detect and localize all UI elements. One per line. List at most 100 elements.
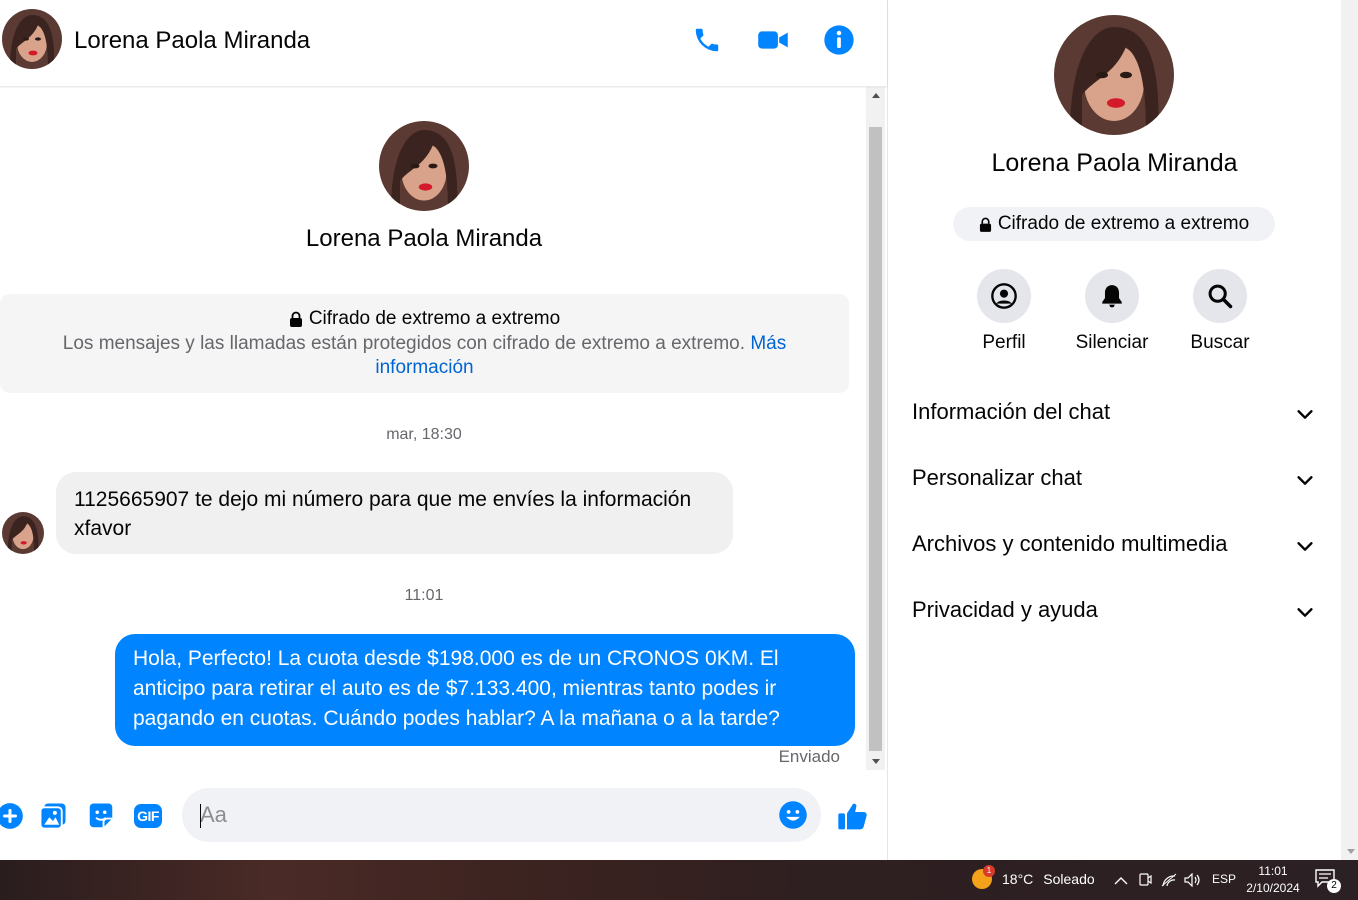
device-icon	[1139, 873, 1152, 886]
meet-now-button[interactable]	[1136, 871, 1154, 889]
contact-name[interactable]: Lorena Paola Miranda	[74, 27, 310, 55]
scroll-down-arrow-icon[interactable]	[866, 753, 885, 770]
sticker-button[interactable]	[84, 799, 118, 833]
window-scrollbar[interactable]	[1341, 0, 1358, 860]
e2ee-notice: Cifrado de extremo a extremo Los mensaje…	[0, 294, 849, 393]
chevron-down-icon	[1297, 476, 1313, 485]
video-camera-icon	[758, 31, 788, 49]
search-button[interactable]: Buscar	[1180, 269, 1260, 354]
chevron-down-icon	[1297, 410, 1313, 419]
message-scrollbar[interactable]	[866, 87, 885, 770]
e2ee-title-row: Cifrado de extremo a extremo	[0, 308, 849, 330]
message-status: Enviado	[778, 747, 840, 766]
notifications-button[interactable]: 2	[1314, 868, 1341, 893]
info-icon	[824, 25, 854, 55]
phone-icon	[695, 28, 719, 52]
weather-description: Soleado	[1043, 871, 1095, 887]
chevron-down-icon	[1297, 608, 1313, 617]
intro-contact-name: Lorena Paola Miranda	[305, 225, 543, 252]
text-caret	[200, 804, 201, 828]
contact-photo	[1054, 15, 1174, 135]
gif-button[interactable]: GIF	[131, 799, 165, 833]
language-indicator[interactable]: ESP	[1212, 872, 1236, 886]
windows-taskbar: 1 18°C Soleado ESP 11:01 2/10/2024 2	[0, 860, 1358, 900]
composer: GIF	[0, 775, 887, 860]
video-call-button[interactable]	[755, 22, 791, 58]
thumbs-up-icon	[838, 803, 867, 830]
chevron-down-icon	[1297, 542, 1313, 551]
profile-label: Perfil	[982, 332, 1026, 353]
profile-icon	[991, 283, 1017, 309]
mute-button-circle	[1085, 269, 1139, 323]
mute-label: Silenciar	[1075, 332, 1149, 353]
contact-photo	[2, 9, 62, 69]
search-button-circle	[1193, 269, 1247, 323]
e2ee-title: Cifrado de extremo a extremo	[308, 308, 561, 329]
section-label: Personalizar chat	[912, 465, 1082, 490]
image-icon	[39, 803, 66, 830]
weather-temperature: 18°C	[1002, 871, 1034, 887]
lock-icon	[979, 217, 991, 232]
search-label: Buscar	[1190, 332, 1250, 353]
speaker-icon	[1183, 873, 1200, 887]
panel-contact-name: Lorena Paola Miranda	[991, 149, 1238, 177]
gif-label: GIF	[137, 808, 159, 824]
plus-icon	[0, 803, 23, 829]
incoming-avatar[interactable]	[2, 512, 44, 554]
notification-count: 2	[1327, 879, 1341, 893]
clock-time: 11:01	[1258, 864, 1288, 878]
section-customize-chat[interactable]: Personalizar chat	[888, 449, 1341, 509]
intro-avatar[interactable]	[379, 121, 469, 211]
chat-info-panel: Lorena Paola Miranda Cifrado de extremo …	[888, 0, 1341, 860]
e2ee-badge-label: Cifrado de extremo a extremo	[997, 213, 1250, 234]
section-media-files[interactable]: Archivos y contenido multimedia	[888, 515, 1341, 575]
e2ee-description-text: Los mensajes y las llamadas están proteg…	[62, 333, 746, 354]
weather-widget[interactable]: 1 18°C Soleado	[972, 865, 1095, 889]
search-icon	[1208, 284, 1233, 309]
section-label: Información del chat	[912, 399, 1111, 424]
chat-header: Lorena Paola Miranda	[0, 0, 887, 86]
incoming-message[interactable]: 1125665907 te dejo mi número para que me…	[56, 472, 733, 554]
clock[interactable]: 11:01 2/10/2024	[1240, 863, 1306, 897]
wifi-icon	[1161, 873, 1177, 887]
weather-badge: 1	[983, 865, 995, 877]
bell-icon	[1102, 285, 1122, 308]
section-label: Privacidad y ayuda	[912, 597, 1098, 622]
profile-button[interactable]: Perfil	[964, 269, 1044, 354]
clock-date: 2/10/2024	[1246, 881, 1300, 895]
message-input-wrapper[interactable]	[182, 788, 821, 842]
message-input[interactable]	[200, 788, 770, 842]
scroll-up-arrow-icon[interactable]	[866, 87, 885, 104]
sticker-icon	[89, 803, 113, 828]
chevron-up-icon	[1114, 876, 1128, 884]
e2ee-description: Los mensajes y las llamadas están proteg…	[40, 332, 809, 380]
message-timestamp: mar, 18:30	[386, 426, 462, 443]
avatar[interactable]	[2, 9, 62, 69]
panel-avatar[interactable]	[1054, 15, 1174, 135]
contact-photo	[379, 121, 469, 211]
network-button[interactable]	[1160, 871, 1178, 889]
conversation-info-button[interactable]	[821, 22, 857, 58]
outgoing-message[interactable]: Hola, Perfecto! La cuota desde $198.000 …	[115, 634, 855, 746]
scroll-down-arrow-icon[interactable]	[1341, 843, 1358, 860]
sun-icon: 1	[972, 865, 995, 889]
contact-photo	[2, 512, 44, 554]
more-actions-button[interactable]	[0, 799, 27, 833]
attach-image-button[interactable]	[36, 799, 70, 833]
emoji-icon	[779, 801, 807, 829]
scrollbar-thumb[interactable]	[869, 127, 882, 751]
show-hidden-icons-button[interactable]	[1112, 871, 1130, 889]
audio-call-button[interactable]	[689, 22, 725, 58]
section-chat-info[interactable]: Información del chat	[888, 383, 1341, 443]
e2ee-badge[interactable]: Cifrado de extremo a extremo	[953, 207, 1275, 241]
section-label: Archivos y contenido multimedia	[912, 531, 1228, 556]
message-list[interactable]: Lorena Paola Miranda Cifrado de extremo …	[0, 87, 866, 770]
volume-button[interactable]	[1183, 871, 1201, 889]
message-timestamp: 11:01	[404, 587, 444, 604]
like-button[interactable]	[836, 799, 870, 833]
mute-button[interactable]: Silenciar	[1072, 269, 1152, 354]
profile-button-circle	[977, 269, 1031, 323]
emoji-button[interactable]	[776, 798, 810, 832]
lock-icon	[289, 311, 302, 327]
section-privacy-support[interactable]: Privacidad y ayuda	[888, 581, 1341, 641]
